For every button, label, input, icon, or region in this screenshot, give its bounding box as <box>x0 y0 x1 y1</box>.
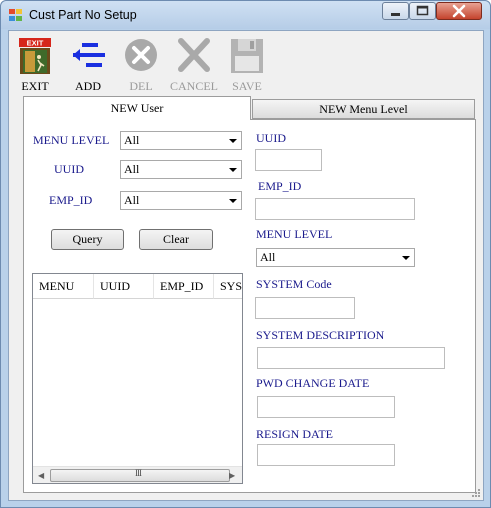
menu-level-label: MENU LEVEL <box>256 227 333 241</box>
column-header-sys[interactable]: SYS <box>214 274 242 299</box>
system-code-input[interactable] <box>255 297 355 319</box>
resign-date-input[interactable] <box>257 444 395 466</box>
system-description-label: SYSTEM DESCRIPTION <box>256 328 385 342</box>
uuid-label: UUID <box>256 131 286 145</box>
exit-door-icon: EXIT <box>19 38 51 74</box>
filter-emp-id-label: EMP_ID <box>49 193 93 207</box>
filter-emp-id-value: All <box>124 193 140 207</box>
menu-level-value: All <box>260 250 276 264</box>
window-content: EXIT EXIT ADD DEL CANCEL SAVE NEW User N… <box>8 30 484 501</box>
filter-uuid-value: All <box>124 162 140 176</box>
tab-new-user[interactable]: NEW User <box>23 96 251 120</box>
pwd-change-date-input[interactable] <box>257 396 395 418</box>
results-grid[interactable]: MENU UUID EMP_ID SYS ◀ III ▶ <box>32 273 243 484</box>
cancel-x-icon <box>178 38 210 72</box>
scroll-left-icon[interactable]: ◀ <box>38 471 44 480</box>
maximize-icon <box>416 5 429 16</box>
minimize-button[interactable] <box>382 2 409 20</box>
exit-sign-text: EXIT <box>27 39 44 48</box>
scroll-right-icon[interactable]: ▶ <box>229 471 235 480</box>
delete-label: DEL <box>129 79 153 93</box>
emp-id-label: EMP_ID <box>258 179 302 193</box>
add-arrow-icon <box>73 43 105 67</box>
emp-id-input[interactable] <box>255 198 415 220</box>
horizontal-scrollbar[interactable]: ◀ III ▶ <box>33 466 242 483</box>
title-bar[interactable]: Cust Part No Setup <box>1 1 490 29</box>
system-code-label: SYSTEM Code <box>256 277 332 291</box>
resign-date-label: RESIGN DATE <box>256 427 333 441</box>
scroll-thumb[interactable]: III <box>50 468 230 482</box>
delete-icon <box>125 39 157 71</box>
pwd-change-date-label: PWD CHANGE DATE <box>256 376 370 390</box>
filter-menu-level-label: MENU LEVEL <box>33 133 110 147</box>
window-title: Cust Part No Setup <box>29 8 137 22</box>
app-window: Cust Part No Setup EXIT EXIT ADD DEL CAN… <box>0 0 491 508</box>
system-description-input[interactable] <box>257 347 445 369</box>
filter-menu-level-select[interactable]: All <box>120 131 242 150</box>
column-header-emp-id[interactable]: EMP_ID <box>154 274 214 299</box>
menu-level-select[interactable]: All <box>256 248 415 267</box>
maximize-button[interactable] <box>409 2 436 20</box>
uuid-input[interactable] <box>255 149 322 171</box>
filter-uuid-select[interactable]: All <box>120 160 242 179</box>
app-icon <box>9 9 22 21</box>
query-button[interactable]: Query <box>51 229 124 250</box>
filter-emp-id-select[interactable]: All <box>120 191 242 210</box>
scroll-grip-icon: III <box>135 468 142 478</box>
filter-uuid-label: UUID <box>54 162 84 176</box>
filter-menu-level-value: All <box>124 133 140 147</box>
cancel-button[interactable]: CANCEL <box>170 35 218 93</box>
add-button[interactable]: ADD <box>64 35 112 93</box>
close-icon <box>452 4 466 18</box>
clear-button[interactable]: Clear <box>139 229 213 250</box>
floppy-disk-icon <box>231 39 263 73</box>
cancel-label: CANCEL <box>170 79 218 93</box>
chevron-down-icon <box>229 139 237 143</box>
column-header-menu[interactable]: MENU <box>33 274 94 299</box>
column-header-uuid[interactable]: UUID <box>94 274 154 299</box>
chevron-down-icon <box>402 256 410 260</box>
exit-label: EXIT <box>21 79 49 93</box>
chevron-down-icon <box>229 168 237 172</box>
exit-button[interactable]: EXIT EXIT <box>11 35 59 93</box>
save-label: SAVE <box>232 79 262 93</box>
close-button[interactable] <box>436 2 482 20</box>
resize-grip-icon[interactable] <box>471 488 481 498</box>
chevron-down-icon <box>229 199 237 203</box>
delete-button[interactable]: DEL <box>117 35 165 93</box>
add-label: ADD <box>75 79 101 93</box>
save-button[interactable]: SAVE <box>223 35 271 93</box>
tab-new-menu-level[interactable]: NEW Menu Level <box>252 99 475 119</box>
minimize-icon <box>391 13 400 16</box>
